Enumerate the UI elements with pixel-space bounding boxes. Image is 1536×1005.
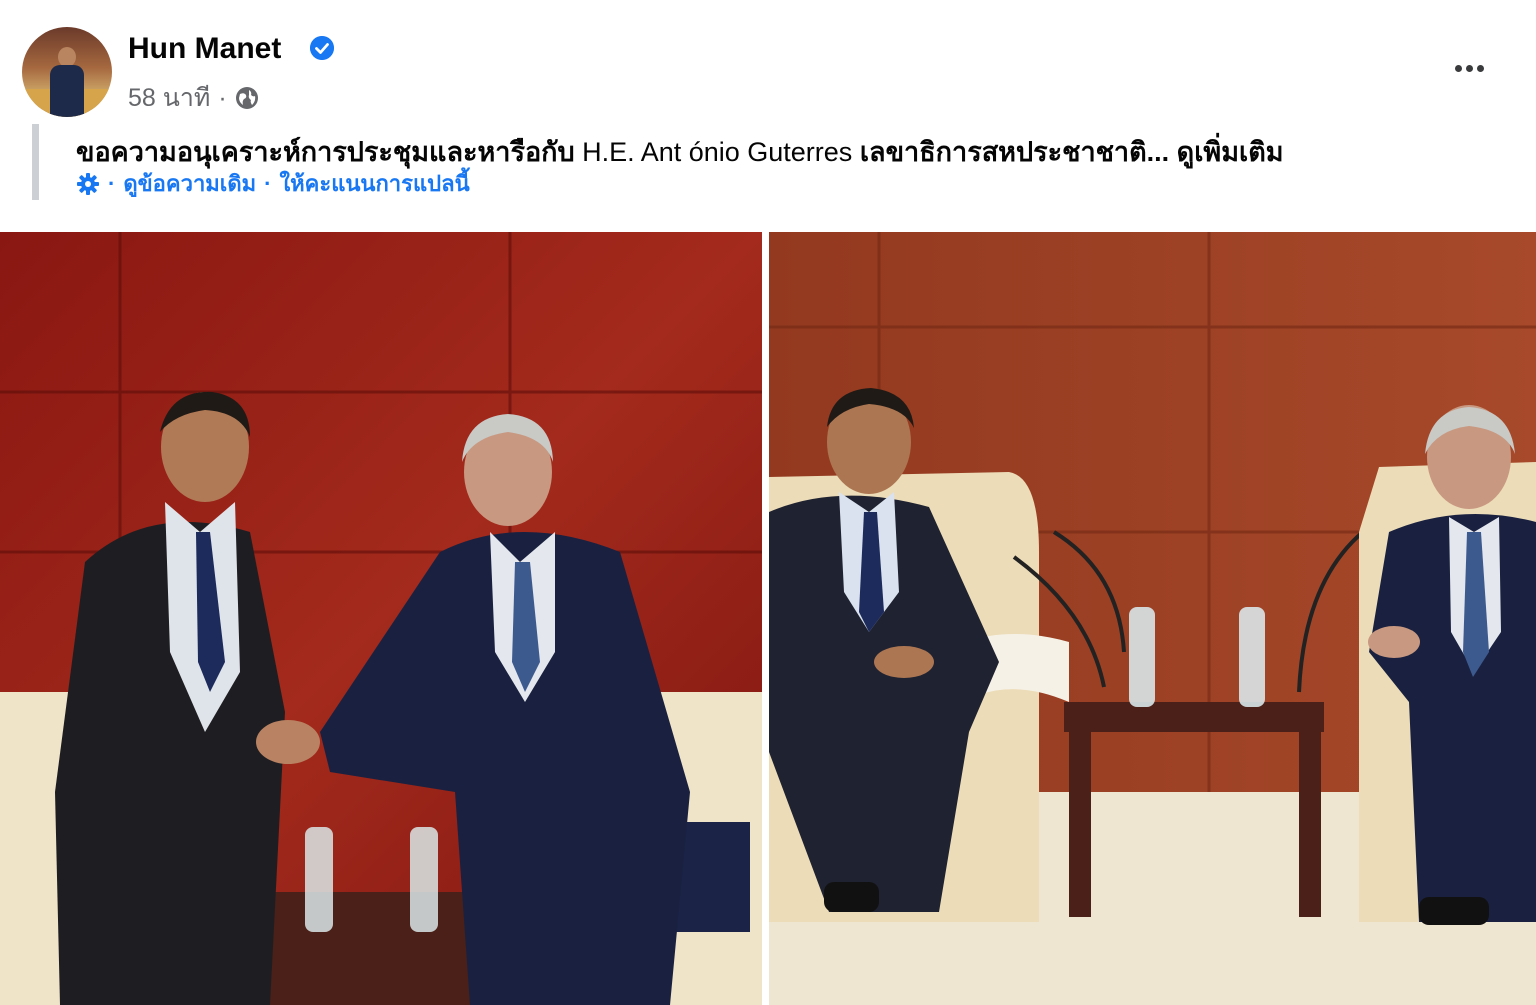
more-dot-icon [1465, 64, 1473, 72]
post-text-prefix: ขอความอนุเคราะห์การประชุมและหารือกับ [76, 137, 575, 167]
rate-translation-link[interactable]: ให้คะแนนการแปลนี้ [279, 166, 469, 201]
post-timestamp[interactable]: 58 นาที [128, 78, 210, 118]
more-options-button[interactable] [1446, 54, 1492, 82]
photo-handshake[interactable] [0, 232, 762, 1005]
more-dot-icon [1476, 64, 1484, 72]
post-header: Hun Manet 58 นาที · ขอความอนุเคราะห์การป… [0, 0, 1536, 228]
post-text-suffix: เลขาธิการสหประชาชาติ... [859, 137, 1170, 167]
globe-icon [235, 87, 258, 109]
post-text-name: H.E. Ant ónio Guterres [574, 137, 860, 167]
photo-meeting[interactable] [769, 232, 1536, 1005]
photo-meeting-image [769, 232, 1536, 1005]
translation-separator: · [264, 170, 272, 196]
avatar[interactable] [22, 27, 112, 117]
avatar-person [50, 47, 84, 117]
more-dot-icon [1454, 64, 1462, 72]
photo-grid [0, 232, 1536, 1005]
author-name[interactable]: Hun Manet [128, 32, 281, 66]
translation-separator: · [108, 170, 116, 196]
post-meta: 58 นาที · [128, 78, 259, 118]
gear-icon[interactable] [76, 172, 100, 196]
photo-handshake-image [0, 232, 762, 1005]
meta-separator: · [218, 83, 227, 112]
translation-quote-bar [32, 124, 39, 200]
photo-divider [762, 232, 769, 1005]
verified-badge-icon [310, 36, 334, 60]
see-more-link[interactable]: ดูเพิ่มเติม [1177, 137, 1284, 167]
translation-row: · ดูข้อความเดิม · ให้คะแนนการแปลนี้ [76, 166, 470, 201]
see-original-link[interactable]: ดูข้อความเดิม [123, 166, 256, 201]
